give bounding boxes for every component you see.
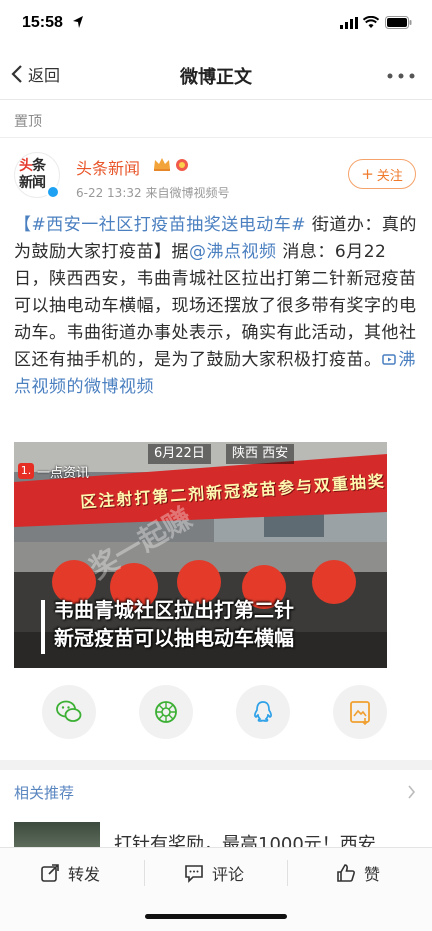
share-row (0, 683, 432, 747)
follow-button[interactable]: + 关注 (348, 159, 416, 189)
hot-badge-icon (176, 159, 188, 171)
repost-button[interactable]: 转发 (40, 848, 100, 898)
page-title: 微博正文 (180, 67, 252, 88)
save-image-icon (350, 701, 370, 726)
qq-icon (254, 701, 272, 722)
location-arrow-icon (73, 16, 83, 28)
post-body: 【#西安一社区打疫苗抽奖送电动车# 街道办：真的 为鼓励大家打疫苗】据@沸点视频… (14, 212, 418, 401)
caption-bar (41, 600, 45, 654)
video-player[interactable]: 区注射打第二剂新冠疫苗参与双重抽奖 6月22日 陕西 西安 1. 一点资讯 奖一… (14, 442, 387, 668)
comment-button[interactable]: 评论 (184, 848, 244, 898)
home-indicator[interactable] (145, 914, 287, 919)
plus-icon: + (361, 165, 374, 183)
verified-badge-icon (46, 185, 60, 199)
author-name[interactable]: 头条新闻 (76, 155, 140, 179)
mention-link[interactable]: @沸点视频 (189, 242, 277, 262)
cellular-signal-icon (340, 17, 358, 29)
save-image-button[interactable] (333, 685, 387, 739)
share-wechat-button[interactable] (42, 685, 96, 739)
source-label: 一点资讯 (37, 465, 90, 481)
video-link-icon (381, 354, 396, 365)
wifi-icon (363, 16, 379, 28)
bottom-toolbar: 转发 评论 赞 (0, 847, 432, 897)
related-title: 相关推荐 (14, 784, 75, 802)
wechat-icon (56, 700, 82, 722)
author-header: 头条 新闻 头条新闻 6-22 13:32 来自微博视频号 + 关注 (0, 138, 432, 208)
chevron-right-icon (408, 785, 416, 799)
video-location-tag: 陕西 西安 (226, 444, 295, 464)
comment-icon (185, 865, 203, 883)
moments-icon (155, 701, 177, 723)
repost-label: 转发 (68, 865, 101, 884)
nav-bar: 返回 微博正文 (0, 48, 432, 100)
related-header[interactable]: 相关推荐 (0, 770, 432, 814)
more-options-icon[interactable] (386, 72, 416, 80)
like-button[interactable]: 赞 (336, 848, 380, 898)
vip-crown-icon (154, 158, 170, 171)
follow-label: 关注 (376, 168, 403, 184)
video-caption: 韦曲青城社区拉出打第二针 新冠疫苗可以抽电动车横幅 (54, 596, 294, 652)
status-bar: 15:58 (0, 0, 432, 48)
caption-line1: 韦曲青城社区拉出打第二针 (54, 598, 294, 622)
share-qq-button[interactable] (236, 685, 290, 739)
repost-icon (41, 864, 59, 882)
share-moments-button[interactable] (139, 685, 193, 739)
video-date-tag: 6月22日 (148, 444, 211, 464)
topic-hashtag[interactable]: 【#西安一社区打疫苗抽奖送电动车# (14, 215, 306, 235)
video-source-badge: 1. 一点资讯 (18, 460, 89, 482)
battery-icon (385, 16, 412, 29)
post-meta: 6-22 13:32 来自微博视频号 (76, 186, 230, 200)
pinned-label: 置顶 (14, 114, 42, 130)
section-divider (0, 760, 432, 770)
status-time: 15:58 (22, 14, 63, 31)
comment-label: 评论 (212, 865, 245, 884)
caption-line2: 新冠疫苗可以抽电动车横幅 (54, 626, 294, 650)
pinned-bar: 置顶 (0, 101, 432, 138)
like-label: 赞 (364, 865, 381, 884)
thumbs-up-icon (337, 864, 355, 882)
source-number: 1. (18, 463, 34, 479)
toolbar-divider (287, 860, 288, 886)
toolbar-divider (144, 860, 145, 886)
